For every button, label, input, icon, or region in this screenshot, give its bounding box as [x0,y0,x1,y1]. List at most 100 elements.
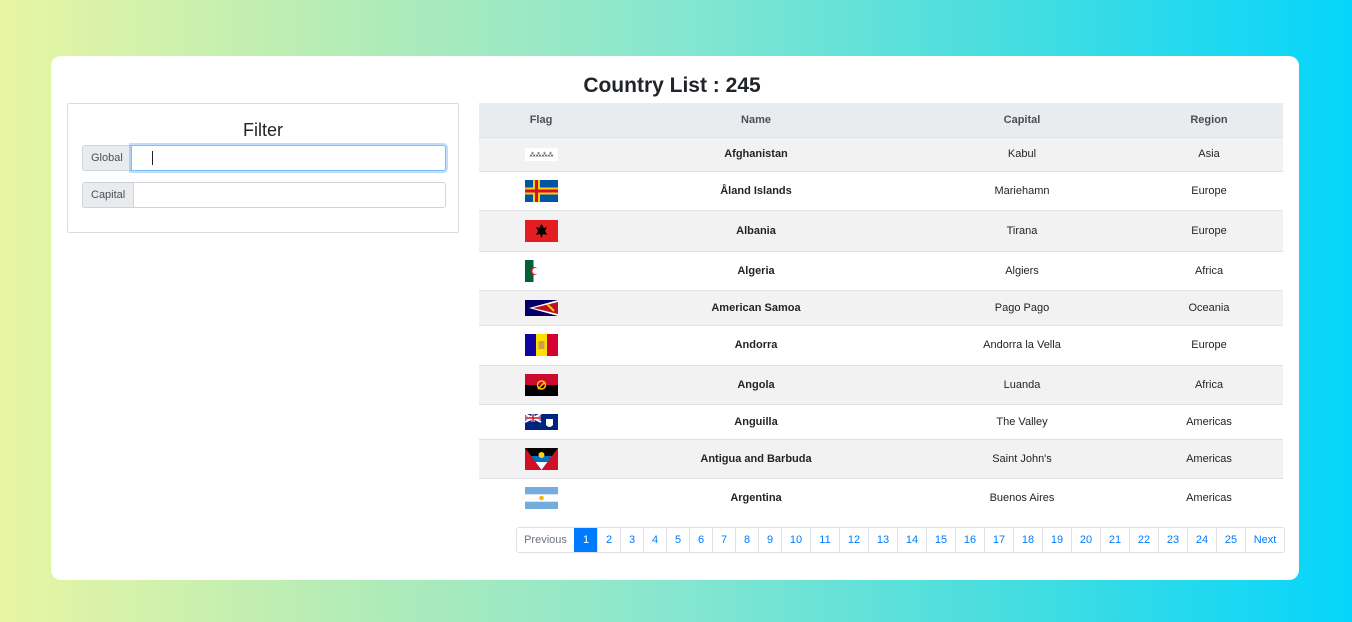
flag-cell [479,477,603,517]
page-button-20[interactable]: 20 [1071,528,1100,552]
capital-filter-group: Capital [82,182,446,208]
table-header-row: Flag Name Capital Region [479,103,1283,138]
country-region: Asia [1135,136,1283,171]
page-button-4[interactable]: 4 [643,528,666,552]
flag-cell [479,250,603,290]
country-name: Albania [603,209,909,251]
global-filter-group: Global [82,145,446,171]
page-button-25[interactable]: 25 [1216,528,1245,552]
country-capital: Kabul [909,136,1135,171]
text-cursor [152,151,153,165]
country-capital: Mariehamn [909,170,1135,210]
page-button-21[interactable]: 21 [1100,528,1129,552]
table-row[interactable]: Albania Tirana Europe [479,209,1283,251]
country-name: Åland Islands [603,170,909,210]
page-button-11[interactable]: 11 [810,528,839,552]
country-region: Americas [1135,438,1283,478]
country-region: Americas [1135,403,1283,439]
filter-title: Filter [243,120,283,140]
country-capital: Tirana [909,209,1135,251]
page-button-17[interactable]: 17 [984,528,1013,552]
algeria-flag-icon [524,259,542,282]
argentina-flag-icon [524,486,558,509]
country-capital: Algiers [909,250,1135,290]
capital-filter-input[interactable] [133,182,446,208]
table-row[interactable]: Angola Luanda Africa [479,364,1283,404]
flag-cell [479,289,603,325]
previous-page-button[interactable]: Previous [517,528,574,552]
flag-cell [479,324,603,365]
page-button-3[interactable]: 3 [620,528,643,552]
afghanistan-flag-icon: ⁂⁂⁂⁂ [524,148,558,161]
main-card: Country List : 245 Filter Global Capital… [51,56,1299,580]
country-region: Europe [1135,170,1283,210]
page-button-16[interactable]: 16 [955,528,984,552]
page-button-18[interactable]: 18 [1013,528,1042,552]
country-capital: Luanda [909,364,1135,404]
page-button-24[interactable]: 24 [1187,528,1216,552]
flag-cell [479,438,603,478]
page-button-15[interactable]: 15 [926,528,955,552]
column-header-flag[interactable]: Flag [479,103,603,138]
country-capital: Pago Pago [909,289,1135,325]
albania-flag-icon [524,219,558,242]
table-row[interactable]: Anguilla The Valley Americas [479,403,1283,439]
global-filter-label: Global [82,145,131,171]
page-button-19[interactable]: 19 [1042,528,1071,552]
page-button-12[interactable]: 12 [839,528,868,552]
country-region: Africa [1135,364,1283,404]
page-button-9[interactable]: 9 [758,528,781,552]
column-header-capital[interactable]: Capital [909,103,1135,138]
pagination: Previous 1 2 3 4 5 6 7 8 9 10 11 12 13 1… [516,527,1285,553]
table-row[interactable]: Andorra Andorra la Vella Europe [479,324,1283,365]
flag-cell [479,364,603,404]
table-row[interactable]: Algeria Algiers Africa [479,250,1283,290]
andorra-flag-icon [524,334,558,356]
table-row[interactable]: Argentina Buenos Aires Americas [479,477,1283,517]
anguilla-flag-icon [524,412,558,430]
table-row[interactable]: American Samoa Pago Pago Oceania [479,289,1283,325]
capital-filter-label: Capital [82,182,134,208]
column-header-region[interactable]: Region [1135,103,1283,138]
flag-cell: ⁂⁂⁂⁂ [479,136,603,171]
page-title: Country List : 245 [583,74,761,97]
country-capital: Buenos Aires [909,477,1135,517]
column-header-name[interactable]: Name [603,103,909,138]
table-row[interactable]: ⁂⁂⁂⁂ Afghanistan Kabul Asia [479,136,1283,171]
country-name: American Samoa [603,289,909,325]
country-name: Algeria [603,250,909,290]
next-page-button[interactable]: Next [1245,528,1284,552]
page-button-14[interactable]: 14 [897,528,926,552]
page-button-13[interactable]: 13 [868,528,897,552]
page-button-7[interactable]: 7 [712,528,735,552]
global-filter-input[interactable] [130,145,446,171]
country-region: Oceania [1135,289,1283,325]
page-button-5[interactable]: 5 [666,528,689,552]
page-button-10[interactable]: 10 [781,528,810,552]
flag-cell [479,403,603,439]
country-capital: The Valley [909,403,1135,439]
page-button-23[interactable]: 23 [1158,528,1187,552]
flag-cell [479,170,603,210]
country-name: Anguilla [603,403,909,439]
country-region: Americas [1135,477,1283,517]
page-button-22[interactable]: 22 [1129,528,1158,552]
page-button-1[interactable]: 1 [574,528,597,552]
table-row[interactable]: Antigua and Barbuda Saint John's America… [479,438,1283,478]
page-button-6[interactable]: 6 [689,528,712,552]
country-name: Angola [603,364,909,404]
page-button-8[interactable]: 8 [735,528,758,552]
aland-flag-icon [524,179,558,202]
flag-cell [479,209,603,251]
filter-panel: Filter Global Capital [67,103,459,233]
country-region: Europe [1135,324,1283,365]
antigua-flag-icon [524,447,558,470]
country-name: Argentina [603,477,909,517]
country-name: Andorra [603,324,909,365]
country-table: Flag Name Capital Region ⁂⁂⁂⁂ Afghanista… [479,103,1283,517]
page-button-2[interactable]: 2 [597,528,620,552]
country-capital: Andorra la Vella [909,324,1135,365]
country-region: Europe [1135,209,1283,251]
country-name: Afghanistan [603,136,909,171]
table-row[interactable]: Åland Islands Mariehamn Europe [479,170,1283,210]
